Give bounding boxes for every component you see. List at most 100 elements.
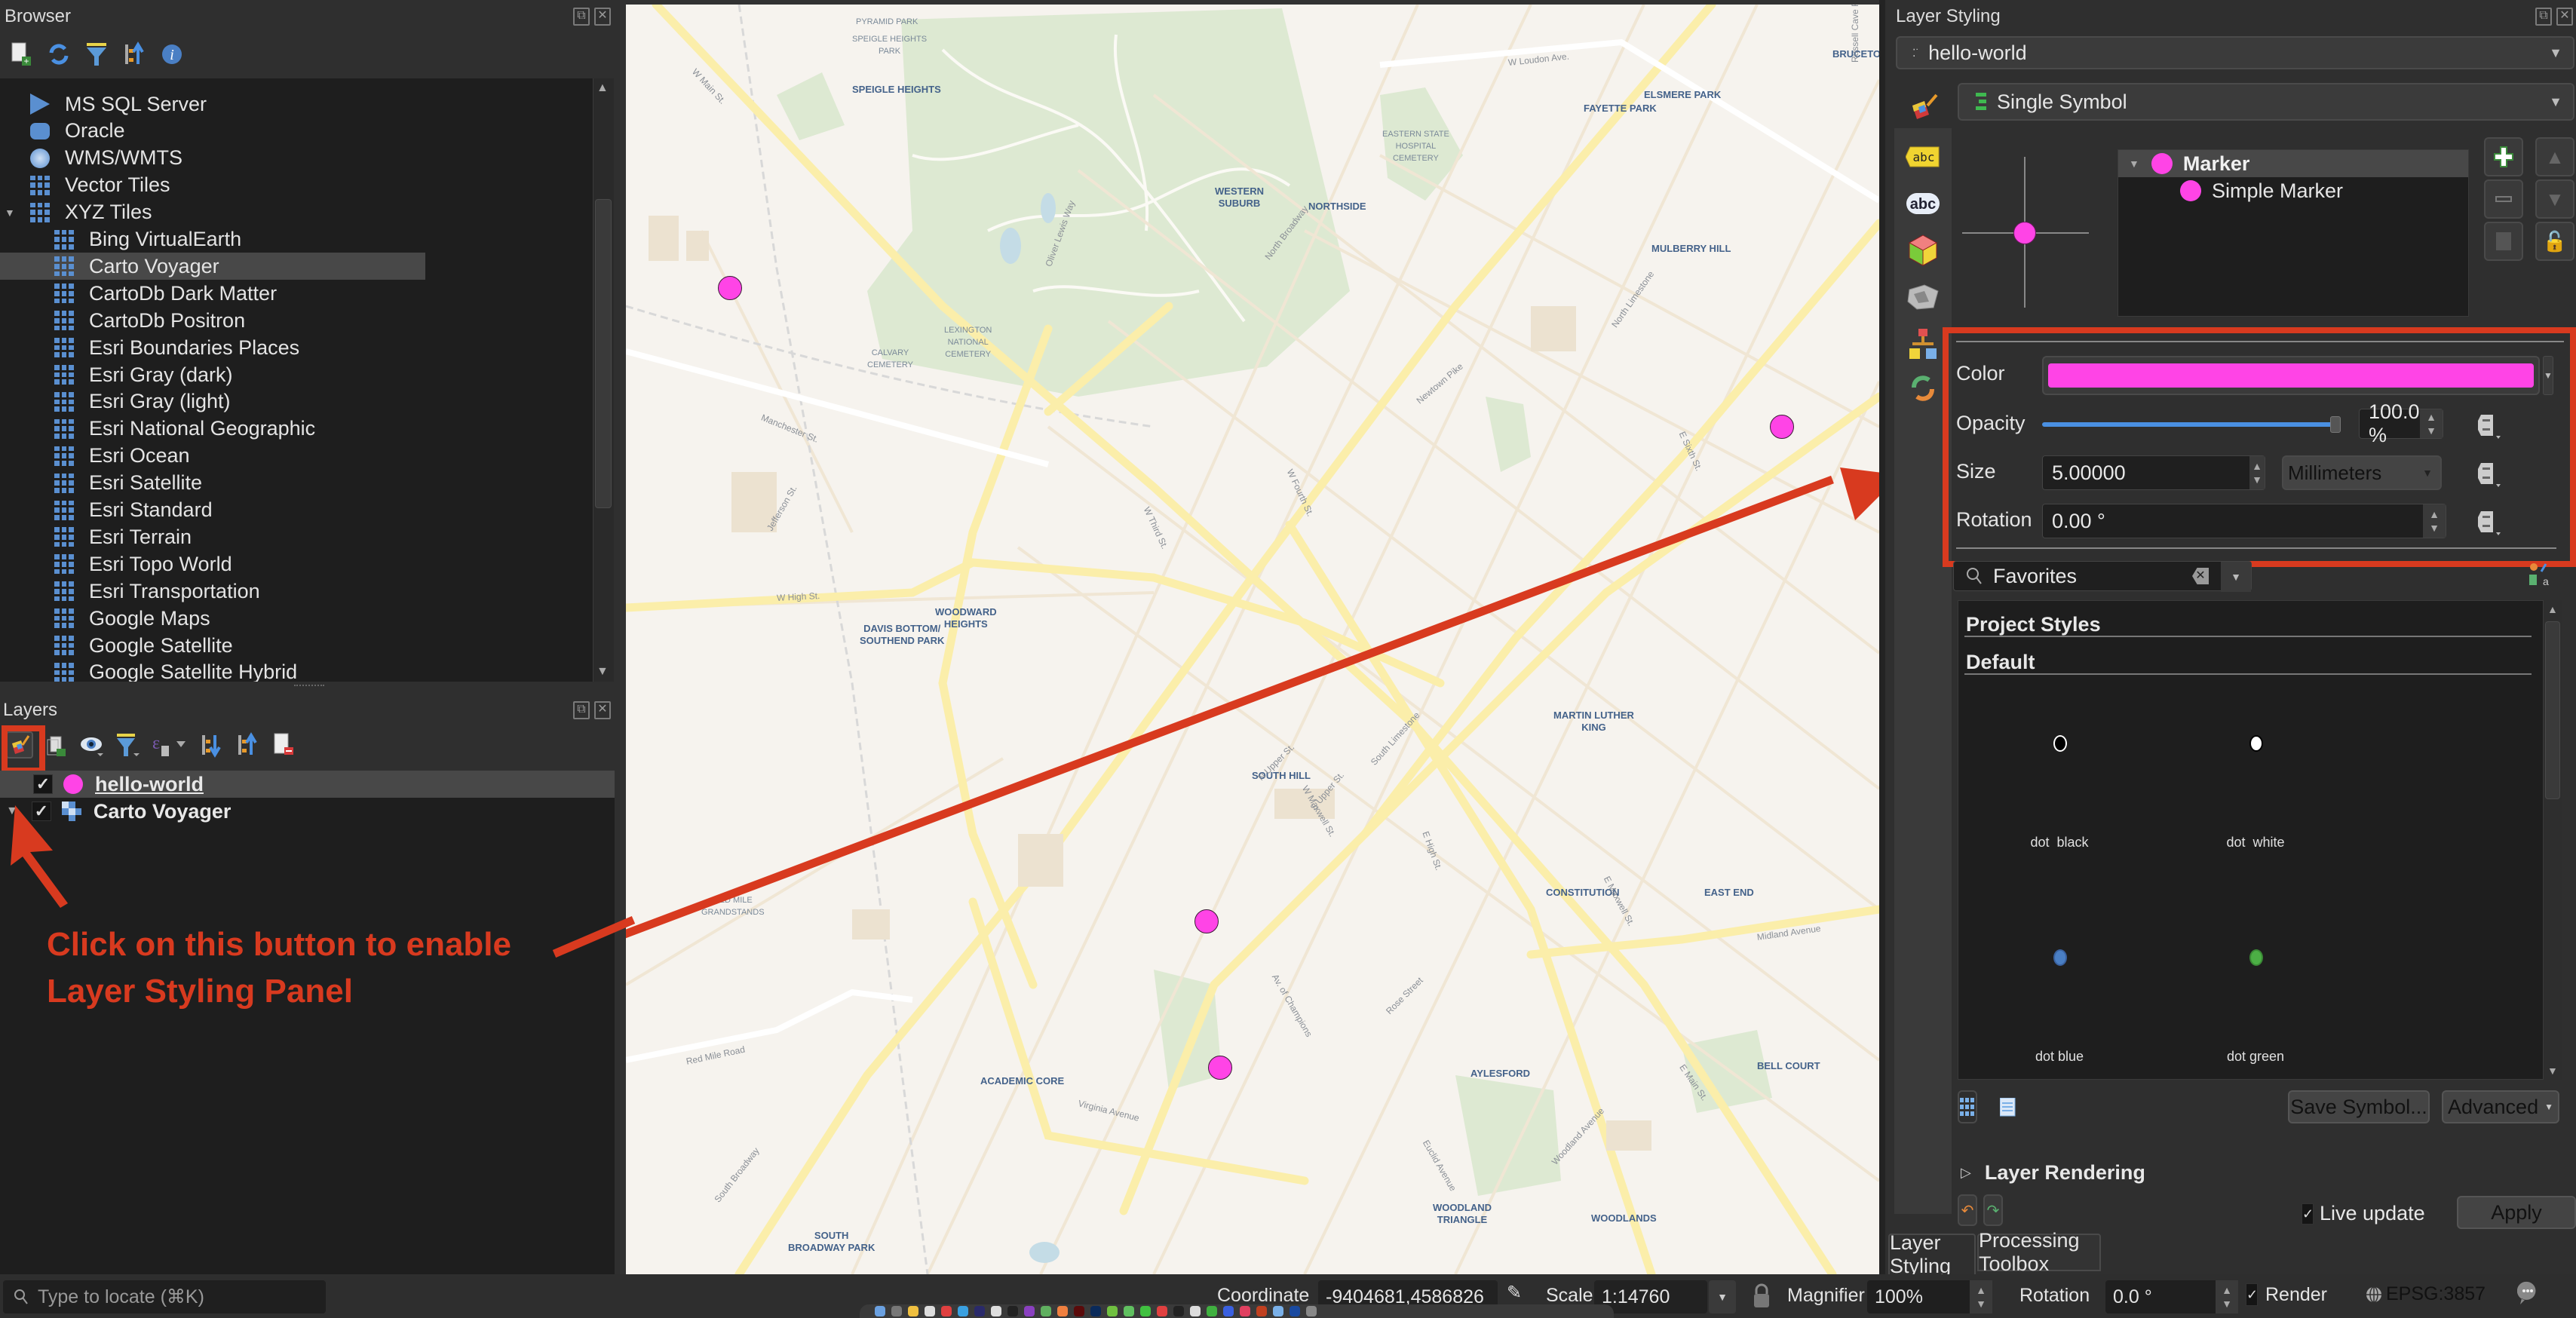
- icon-view-button[interactable]: [1958, 1090, 1977, 1123]
- advanced-button[interactable]: Advanced ▼: [2442, 1090, 2559, 1123]
- info-icon[interactable]: i: [158, 41, 186, 68]
- dock-app-icon[interactable]: [1124, 1306, 1134, 1316]
- locator-search-input[interactable]: Type to locate (⌘K): [3, 1280, 326, 1313]
- float-panel-button[interactable]: ⧉: [573, 8, 590, 26]
- dock-app-icon[interactable]: [1190, 1306, 1201, 1316]
- point-feature-marker-3[interactable]: [1194, 909, 1219, 933]
- dock-app-icon[interactable]: [991, 1306, 1001, 1316]
- spin-arrows[interactable]: ▲ ▼: [2249, 456, 2265, 489]
- filter-legend-icon[interactable]: [115, 731, 142, 759]
- render-toggle[interactable]: ✓ Render: [2246, 1283, 2327, 1306]
- history-tab-icon[interactable]: [1899, 366, 1947, 409]
- dock-app-icon[interactable]: [1256, 1306, 1267, 1316]
- move-up-button[interactable]: ▲: [2535, 137, 2574, 176]
- layer-select-combo[interactable]: ⁚˙ hello-world ▼: [1896, 36, 2574, 69]
- data-defined-override-icon[interactable]: [2473, 410, 2505, 448]
- style-manager-tab-icon[interactable]: [1899, 323, 1947, 365]
- spin-arrows[interactable]: ▲ ▼: [2423, 504, 2446, 538]
- browser-item[interactable]: Esri National Geographic: [0, 415, 593, 443]
- messages-icon[interactable]: [2517, 1280, 2538, 1306]
- browser-item[interactable]: Google Satellite Hybrid: [0, 659, 593, 682]
- splitter-handle[interactable]: [294, 685, 324, 689]
- browser-item[interactable]: Esri Topo World: [0, 550, 593, 578]
- browser-item[interactable]: Google Satellite: [0, 632, 593, 659]
- close-panel-button[interactable]: ✕: [594, 8, 611, 26]
- browser-item[interactable]: Bing VirtualEarth: [0, 226, 593, 253]
- map-canvas[interactable]: EASTERN STATE HOSPITAL CEMETERY LEXINGTON…: [626, 5, 1879, 1274]
- search-menu-button[interactable]: ▼: [2221, 562, 2251, 592]
- symbol-search-input[interactable]: Favorites ✕ ▼: [1953, 561, 2252, 592]
- dock-app-icon[interactable]: [1140, 1306, 1151, 1316]
- browser-item[interactable]: CartoDb Positron: [0, 307, 593, 334]
- close-panel-button[interactable]: ✕: [2556, 8, 2573, 26]
- masks-tab-icon[interactable]: abc: [1899, 182, 1947, 225]
- lock-scale-icon[interactable]: [1753, 1283, 1771, 1309]
- browser-scrollbar[interactable]: ▲ ▼: [593, 78, 614, 682]
- dock-app-icon[interactable]: [1306, 1306, 1317, 1316]
- collapse-all-icon[interactable]: [234, 731, 261, 759]
- scroll-up-arrow[interactable]: ▲: [596, 81, 609, 95]
- browser-item[interactable]: Esri Standard: [0, 497, 593, 524]
- size-unit-combo[interactable]: Millimeters ▼: [2282, 455, 2442, 490]
- symbol-tree-row-simple-marker[interactable]: Simple Marker: [2118, 177, 2468, 204]
- float-panel-button[interactable]: ⧉: [573, 701, 590, 719]
- add-layer-icon[interactable]: +: [8, 41, 35, 68]
- spin-arrows[interactable]: ▲ ▼: [2420, 409, 2443, 438]
- symbol-library-item[interactable]: dot black: [1999, 714, 2120, 857]
- filter-icon[interactable]: [83, 41, 110, 68]
- opacity-slider-handle[interactable]: [2330, 416, 2341, 433]
- browser-item[interactable]: Esri Gray (dark): [0, 361, 593, 388]
- symbol-tree-row-marker[interactable]: ▼ Marker: [2118, 150, 2468, 177]
- renderer-select-combo[interactable]: Single Symbol ▼: [1958, 83, 2574, 121]
- browser-item[interactable]: Carto Voyager: [0, 253, 425, 280]
- color-menu-button[interactable]: ▼: [2543, 356, 2553, 395]
- expand-arrow-icon[interactable]: ▼: [5, 207, 15, 219]
- magnifier-spinbox[interactable]: 100% ▲ ▼: [1867, 1280, 1992, 1313]
- dock-app-icon[interactable]: [1157, 1306, 1167, 1316]
- clear-search-icon[interactable]: ✕: [2192, 568, 2209, 584]
- dock-app-icon[interactable]: [1290, 1306, 1300, 1316]
- map-rotation-spinbox[interactable]: 0.0 ° ▲ ▼: [2105, 1280, 2238, 1313]
- browser-item[interactable]: Oracle: [0, 118, 593, 145]
- browser-item[interactable]: MS SQL Server: [0, 90, 593, 118]
- refresh-icon[interactable]: [45, 41, 72, 68]
- scroll-down-arrow[interactable]: ▼: [2547, 1065, 2558, 1077]
- dock-app-icon[interactable]: [891, 1306, 902, 1316]
- dock-app-icon[interactable]: [925, 1306, 935, 1316]
- scroll-thumb[interactable]: [595, 199, 612, 508]
- scroll-up-arrow[interactable]: ▲: [2547, 603, 2558, 615]
- expand-arrow-icon[interactable]: ▼: [2129, 158, 2139, 170]
- tab-processing-toolbox[interactable]: Processing Toolbox: [1977, 1229, 2101, 1275]
- layer-visibility-checkbox[interactable]: ✓: [33, 774, 53, 794]
- spin-arrows[interactable]: ▲ ▼: [1970, 1280, 1992, 1313]
- remove-symbol-layer-button[interactable]: [2484, 179, 2523, 219]
- dock-app-icon[interactable]: [1207, 1306, 1217, 1316]
- dock-app-icon[interactable]: [1223, 1306, 1234, 1316]
- expand-arrow-icon[interactable]: ▷: [1961, 1165, 1971, 1181]
- symbology-tab-icon[interactable]: [1900, 86, 1949, 128]
- scroll-down-arrow[interactable]: ▼: [596, 665, 609, 679]
- remove-layer-icon[interactable]: [270, 731, 297, 759]
- move-down-button[interactable]: ▼: [2535, 179, 2574, 219]
- visibility-icon[interactable]: [78, 731, 106, 759]
- dock-app-icon[interactable]: [1107, 1306, 1118, 1316]
- dock-app-icon[interactable]: [1273, 1306, 1283, 1316]
- collapse-all-icon[interactable]: [121, 41, 148, 68]
- dock-app-icon[interactable]: [941, 1306, 952, 1316]
- lock-layer-button[interactable]: 🔓: [2535, 222, 2574, 261]
- layer-row-hello-world[interactable]: ✓ hello-world: [0, 771, 615, 798]
- browser-item[interactable]: Esri Terrain: [0, 523, 593, 550]
- add-group-icon[interactable]: [42, 731, 69, 759]
- tab-layer-styling[interactable]: Layer Styling: [1888, 1231, 1976, 1277]
- browser-item[interactable]: CartoDb Dark Matter: [0, 280, 593, 307]
- add-symbol-layer-button[interactable]: [2484, 137, 2523, 176]
- symbol-library-item[interactable]: dot green: [2195, 928, 2316, 1071]
- live-update-toggle[interactable]: ✓ Live update: [2302, 1202, 2425, 1225]
- dock-app-icon[interactable]: [1074, 1306, 1084, 1316]
- crs-button[interactable]: EPSG:3857: [2365, 1283, 2486, 1305]
- dock-app-icon[interactable]: [1057, 1306, 1068, 1316]
- browser-item[interactable]: Esri Gray (light): [0, 388, 593, 415]
- dock-splitter[interactable]: [1879, 0, 1885, 1274]
- dock-app-icon[interactable]: [1041, 1306, 1051, 1316]
- browser-item[interactable]: Vector Tiles: [0, 172, 593, 199]
